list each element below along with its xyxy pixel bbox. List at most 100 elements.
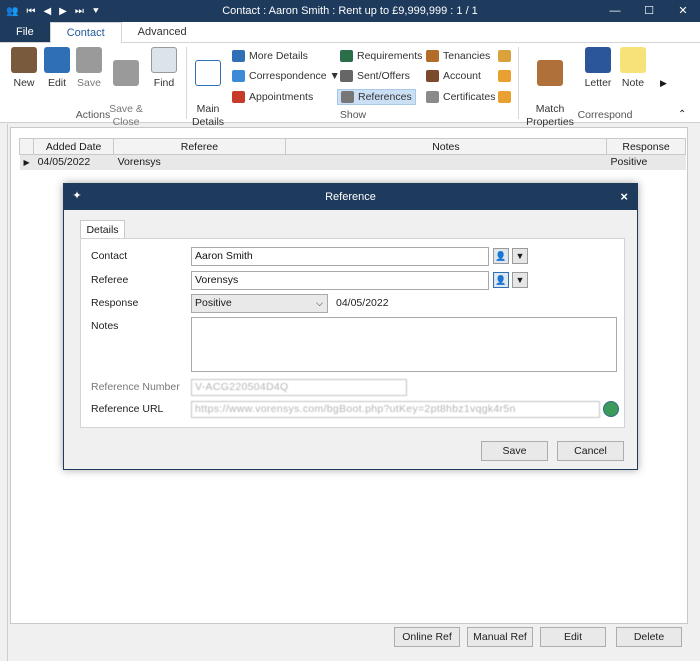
checkbox-orange-icon [498, 91, 511, 103]
ribbon-separator [518, 47, 519, 119]
contact-dropdown-icon[interactable]: ▼ [512, 248, 528, 264]
dialog-app-logo-icon: ✦ [72, 190, 82, 202]
column-header-notes[interactable]: Notes [284, 138, 608, 155]
edit-pencil-icon [44, 47, 70, 73]
minimize-button[interactable]: — [598, 0, 632, 22]
more-details-icon [232, 50, 245, 62]
find-button[interactable]: Find [150, 47, 178, 89]
more-details-button[interactable]: More Details [232, 50, 308, 62]
prev-record-icon[interactable]: ◀ [43, 6, 51, 17]
account-button[interactable]: Account [426, 70, 481, 82]
tab-advanced[interactable]: Advanced [122, 22, 203, 42]
row-selector-header [18, 138, 35, 155]
left-edge-strip [0, 124, 8, 661]
save-close-icon [113, 60, 139, 86]
referee-label: Referee [91, 274, 129, 286]
delete-reference-button[interactable]: Delete [616, 627, 682, 647]
tab-file[interactable]: File [0, 22, 50, 42]
referee-lookup-icon[interactable]: 👤 [493, 272, 509, 288]
cell-referee: Vorensys [113, 154, 286, 170]
response-selected-value: Positive [195, 297, 232, 309]
correspondence-button[interactable]: Correspondence ▼ [232, 70, 340, 82]
letter-button[interactable]: Letter [582, 47, 614, 89]
column-header-response[interactable]: Response [606, 138, 686, 155]
app-icon: 👥 [6, 5, 19, 17]
save-button[interactable]: Save [76, 47, 102, 89]
dialog-save-button[interactable]: Save [481, 441, 548, 461]
edit-reference-button[interactable]: Edit [540, 627, 606, 647]
cell-notes [285, 154, 607, 170]
group-label-actions: Actions [75, 109, 111, 121]
referee-field[interactable]: Vorensys [191, 271, 489, 290]
calendar-icon [232, 91, 245, 103]
references-grid: Added Date Referee Notes Response ▶ 04/0… [18, 138, 686, 170]
appointments-button[interactable]: Appointments [232, 91, 313, 103]
bottom-button-bar: Online Ref Manual Ref Edit Delete [10, 624, 688, 654]
cell-response: Positive [606, 154, 686, 170]
first-record-icon[interactable]: ⏮ [26, 6, 35, 17]
chevron-down-icon: ⌵ [316, 298, 323, 308]
row-pointer-icon: ▶ [19, 154, 34, 170]
extra-show-icon [498, 50, 511, 62]
window-nav-controls: 👥 ⏮ ◀ ▶ ⏭ ⯆ [0, 6, 100, 17]
response-date: 04/05/2022 [336, 297, 389, 309]
certificates-button[interactable]: Certificates [426, 91, 496, 103]
ribbon-separator [186, 47, 187, 119]
sticky-note-icon [620, 47, 646, 73]
save-disk-icon [76, 47, 102, 73]
certificates-icon [426, 91, 439, 103]
new-button[interactable]: New [10, 47, 38, 89]
tenancies-icon [426, 50, 439, 62]
response-label: Response [91, 297, 139, 309]
close-button[interactable]: ✕ [666, 0, 700, 22]
account-icon [426, 70, 439, 82]
show-extra-3-button[interactable] [498, 91, 511, 103]
group-label-show: Show [339, 109, 367, 121]
response-select[interactable]: Positive ⌵ [191, 294, 328, 313]
tab-details[interactable]: Details [80, 220, 125, 239]
ribbon: New Edit Save Save & Close Find Actions … [0, 43, 700, 128]
contact-field[interactable]: Aaron Smith [191, 247, 489, 266]
show-extra-1-button[interactable] [498, 50, 511, 62]
sent-offers-button[interactable]: Sent/Offers [340, 70, 410, 82]
window-titlebar: 👥 ⏮ ◀ ▶ ⏭ ⯆ Contact : Aaron Smith : Rent… [0, 0, 700, 22]
manual-ref-button[interactable]: Manual Ref [467, 627, 533, 647]
last-record-icon[interactable]: ⏭ [75, 6, 84, 17]
ribbon-scroll-right-icon[interactable]: ▶ [660, 78, 667, 89]
collapse-ribbon-icon[interactable]: ⌃ [678, 109, 686, 120]
note-button[interactable]: Note [618, 47, 648, 89]
dialog-cancel-button[interactable]: Cancel [557, 441, 624, 461]
references-icon [341, 91, 354, 103]
magnifier-icon [151, 47, 177, 73]
reference-number-label: Reference Number [91, 381, 180, 393]
dialog-titlebar: ✦ Reference × [64, 184, 637, 210]
requirements-button[interactable]: Requirements [340, 50, 422, 62]
reference-dialog: ✦ Reference × Details Contact Aaron Smit… [63, 183, 638, 470]
edit-button[interactable]: Edit [44, 47, 70, 89]
requirements-icon [340, 50, 353, 62]
referee-dropdown-icon[interactable]: ▼ [512, 272, 528, 288]
references-button[interactable]: References [337, 89, 416, 105]
table-row[interactable]: ▶ 04/05/2022 Vorensys Positive [19, 154, 686, 170]
next-record-icon[interactable]: ▶ [59, 6, 67, 17]
reference-number-field[interactable]: V-ACG220504D4Q [191, 379, 407, 396]
group-label-correspond: Correspond [577, 109, 633, 121]
main-details-icon [195, 60, 221, 86]
column-header-referee[interactable]: Referee [113, 138, 286, 155]
quick-access-icon[interactable]: ⯆ [92, 6, 100, 17]
online-ref-button[interactable]: Online Ref [394, 627, 460, 647]
reference-url-field[interactable]: https://www.vorensys.com/bgBoot.php?utKe… [191, 401, 600, 418]
show-extra-2-button[interactable] [498, 70, 511, 82]
sent-offers-icon [340, 70, 353, 82]
globe-icon[interactable] [603, 401, 619, 417]
column-header-added-date[interactable]: Added Date [33, 138, 115, 155]
maximize-button[interactable]: ☐ [632, 0, 666, 22]
word-icon [585, 47, 611, 73]
new-contact-icon [11, 47, 37, 73]
tab-contact[interactable]: Contact [49, 22, 122, 44]
notes-textarea[interactable] [191, 317, 617, 372]
tenancies-button[interactable]: Tenancies [426, 50, 490, 62]
contact-lookup-icon[interactable]: 👤 [493, 248, 509, 264]
dialog-close-icon[interactable]: × [620, 184, 628, 210]
contact-label: Contact [91, 250, 128, 262]
